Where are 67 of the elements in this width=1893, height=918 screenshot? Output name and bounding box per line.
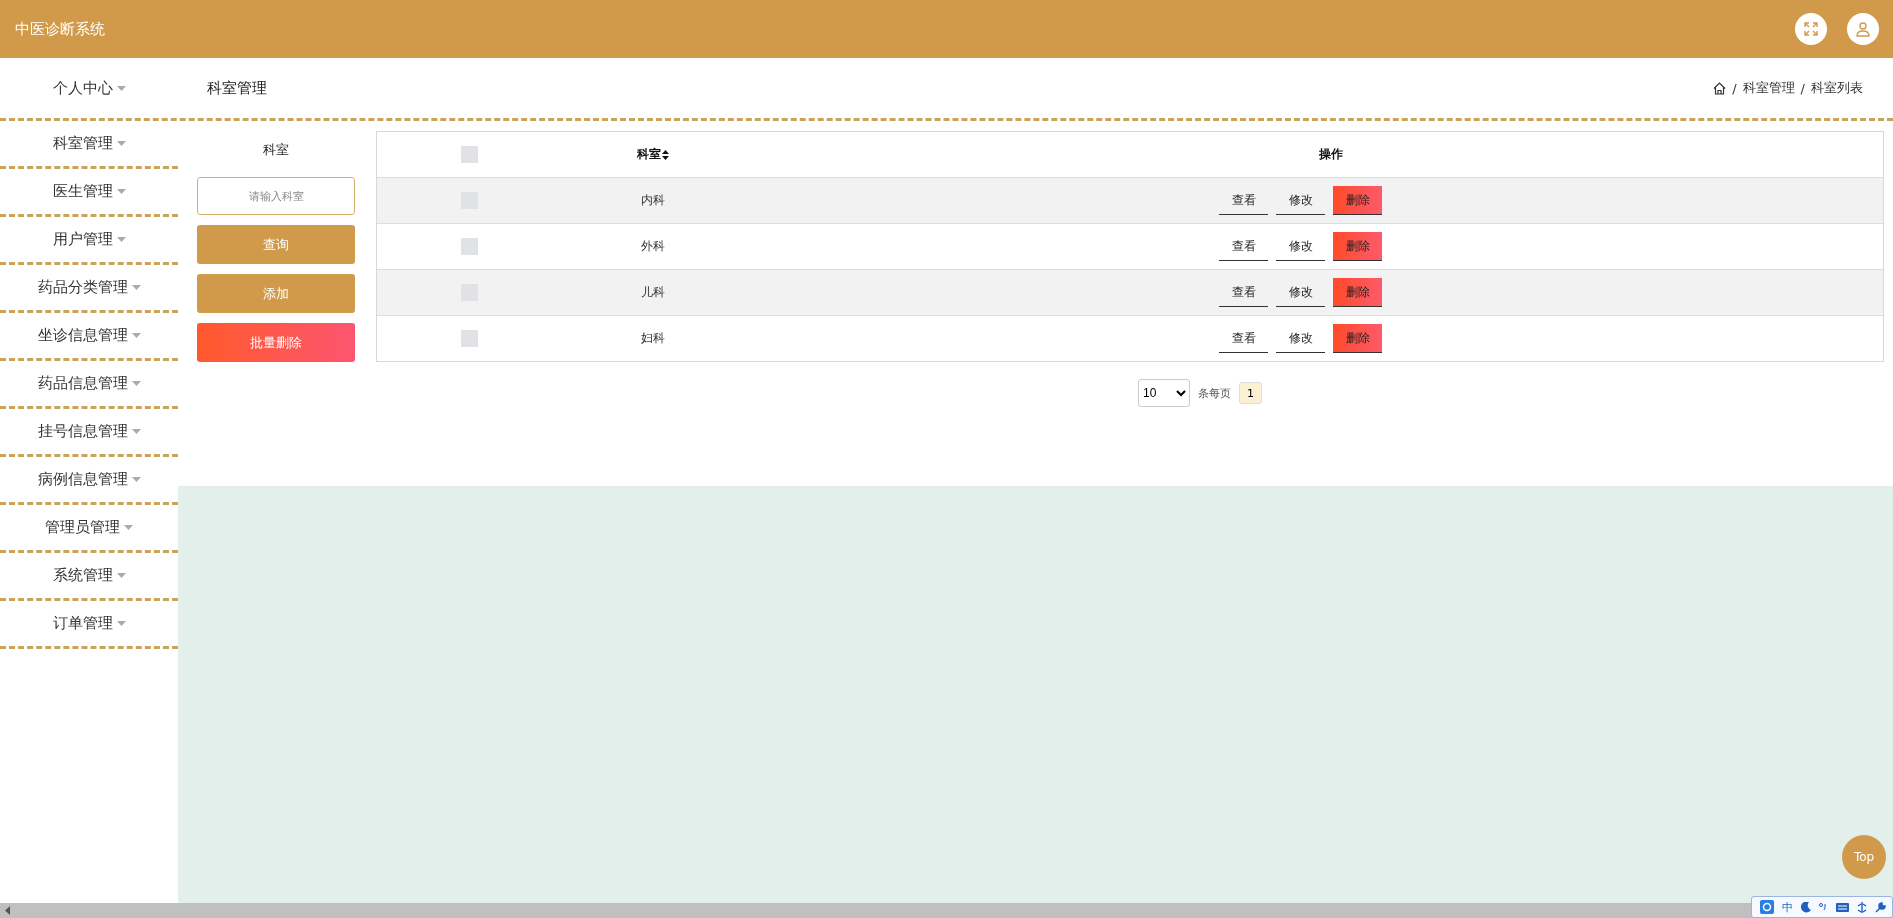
horizontal-scrollbar[interactable] [0, 903, 1893, 918]
delete-button[interactable]: 删除 [1333, 278, 1382, 307]
keyboard-icon[interactable] [1836, 902, 1849, 912]
sidebar-item[interactable]: 用户管理 [0, 217, 178, 262]
caret-icon [131, 429, 141, 434]
user-icon[interactable] [1847, 13, 1879, 45]
per-page-label: 条每页 [1198, 385, 1231, 401]
delete-button[interactable]: 删除 [1333, 186, 1382, 215]
breadcrumb-link[interactable]: 科室列表 [1811, 79, 1863, 97]
breadcrumb-separator: / [1732, 80, 1737, 96]
delete-button[interactable]: 删除 [1333, 324, 1382, 353]
view-button[interactable]: 查看 [1219, 324, 1268, 353]
delete-button[interactable]: 删除 [1333, 232, 1382, 261]
sidebar-item[interactable]: 科室管理 [0, 121, 178, 166]
sidebar-item[interactable]: 病例信息管理 [0, 457, 178, 502]
caret-icon [116, 141, 126, 146]
breadcrumb-separator: / [1800, 80, 1805, 96]
wrench-icon[interactable] [1875, 901, 1886, 913]
checkbox[interactable] [460, 330, 478, 347]
caret-icon [116, 621, 126, 626]
caret-icon [131, 285, 141, 290]
search-field[interactable]: 请输入科室 [197, 177, 355, 215]
sidebar-item[interactable]: 医生管理 [0, 169, 178, 214]
breadcrumb-link[interactable]: 科室管理 [1742, 79, 1795, 97]
sidebar-item[interactable]: 订单管理 [0, 601, 178, 646]
checkbox[interactable] [460, 146, 478, 163]
scroll-left-arrow-icon[interactable] [4, 906, 12, 915]
moon-icon[interactable] [1801, 901, 1811, 913]
page-title: 科室管理 [207, 78, 267, 98]
caret-icon [131, 333, 141, 338]
edit-button[interactable]: 修改 [1276, 324, 1325, 353]
caret-icon [116, 237, 126, 242]
sidebar-item[interactable]: 坐诊信息管理 [0, 313, 178, 358]
page-size-select[interactable]: 10 [1138, 379, 1190, 407]
sidebar-item[interactable]: 挂号信息管理 [0, 409, 178, 454]
punctuation-icon[interactable] [1819, 903, 1828, 911]
home-icon[interactable] [1713, 81, 1727, 95]
table-cell-text: 儿科 [641, 284, 666, 301]
caret-icon [131, 477, 141, 482]
view-button[interactable]: 查看 [1219, 278, 1268, 307]
fullscreen-icon[interactable] [1795, 13, 1827, 45]
sidebar-item[interactable]: 药品分类管理 [0, 265, 178, 310]
view-button[interactable]: 查看 [1219, 186, 1268, 215]
column-header: 操作 [1319, 146, 1344, 163]
input-mode-label[interactable]: 中 [1782, 899, 1793, 915]
app-title: 中医诊断系统 [15, 19, 105, 39]
page-button[interactable]: 1 [1239, 382, 1262, 404]
table-cell-text: 外科 [641, 238, 666, 255]
caret-icon [116, 573, 126, 578]
edit-button[interactable]: 修改 [1276, 232, 1325, 261]
column-header[interactable]: 科室 [637, 146, 1161, 163]
sidebar-item[interactable]: 系统管理 [0, 553, 178, 598]
table-cell-text: 妇科 [641, 330, 666, 347]
edit-button[interactable]: 修改 [1276, 186, 1325, 215]
sidebar-item[interactable]: 个人中心 [0, 58, 178, 118]
checkbox[interactable] [460, 238, 478, 255]
edit-button[interactable]: 修改 [1276, 278, 1325, 307]
sidebar-item[interactable]: 管理员管理 [0, 505, 178, 550]
view-button[interactable]: 查看 [1219, 232, 1268, 261]
caret-icon [116, 85, 126, 91]
search-label: 科室 [262, 141, 290, 159]
caret-icon [131, 381, 141, 386]
sort-icon[interactable] [662, 149, 669, 160]
caret-icon [124, 525, 133, 530]
caret-icon [116, 189, 126, 194]
sidebar-item[interactable]: 药品信息管理 [0, 361, 178, 406]
table-cell-text: 内科 [641, 192, 666, 209]
